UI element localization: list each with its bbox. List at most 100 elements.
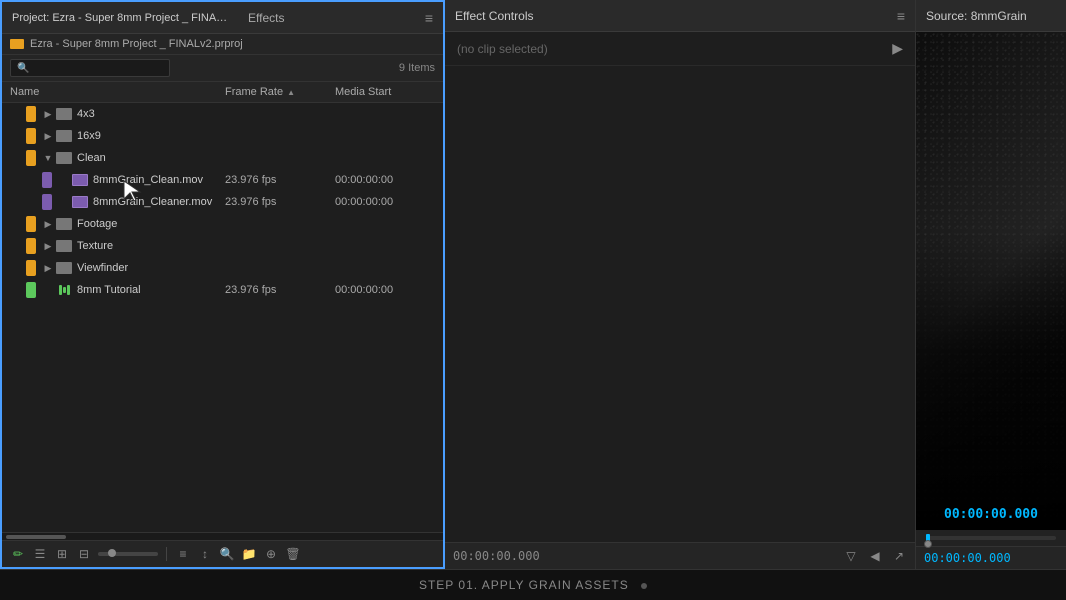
sort-icon[interactable]: ≡: [175, 546, 191, 562]
folder-icon: [56, 152, 72, 164]
project-subheader: Ezra - Super 8mm Project _ FINALv2.prpro…: [2, 34, 443, 55]
step-dot: [641, 583, 647, 589]
list-item[interactable]: 8mmGrain_Clean.mov 23.976 fps 00:00:00:0…: [2, 169, 443, 191]
effect-controls-title: Effect Controls: [455, 9, 533, 23]
effect-controls-header: Effect Controls ≡: [445, 0, 915, 32]
prev-icon[interactable]: ◀: [867, 548, 883, 564]
item-framerate: 23.976 fps: [225, 284, 335, 296]
folder-icon: [56, 218, 72, 230]
item-color-bar: [42, 194, 52, 210]
no-clip-row: (no clip selected) ▶: [445, 32, 915, 66]
source-preview-timecode-area: 00:00:00.000: [916, 507, 1066, 522]
list-item[interactable]: ▶ Texture: [2, 235, 443, 257]
sequence-icon: [56, 283, 72, 297]
item-mediastart: 00:00:00:00: [335, 284, 435, 296]
search-input-wrap[interactable]: 🔍: [10, 59, 170, 77]
folder-icon: [56, 240, 72, 252]
expand-icon[interactable]: ▶: [40, 219, 56, 230]
panel-menu-icon[interactable]: ≡: [425, 10, 433, 26]
sort-arrow-icon: ▲: [287, 88, 295, 97]
expand-icon[interactable]: ▶: [40, 263, 56, 274]
source-bottom-bar: 00:00:00.000: [916, 546, 1066, 569]
search-bar: 🔍 9 Items: [2, 55, 443, 82]
expand-icon[interactable]: ▼: [40, 153, 56, 163]
column-headers: Name Frame Rate ▲ Media Start: [2, 82, 443, 103]
freeform-icon[interactable]: ⊟: [76, 546, 92, 562]
search-icon: 🔍: [17, 63, 29, 74]
list-item[interactable]: ▶ 4x3: [2, 103, 443, 125]
list-view-icon[interactable]: ☰: [32, 546, 48, 562]
project-filename: Ezra - Super 8mm Project _ FINALv2.prpro…: [30, 38, 243, 50]
item-name: 8mmGrain_Clean.mov: [93, 174, 225, 186]
new-item-icon[interactable]: ✏: [10, 546, 26, 562]
h-scrollbar-thumb[interactable]: [6, 535, 66, 539]
item-name: Texture: [77, 240, 225, 252]
item-color-bar: [26, 150, 36, 166]
panel-tabs: Project: Ezra - Super 8mm Project _ FINA…: [12, 9, 284, 27]
new-item-btn[interactable]: ⊕: [263, 546, 279, 562]
col-framerate-header[interactable]: Frame Rate ▲: [225, 86, 335, 98]
item-color-bar: [26, 260, 36, 276]
arrow-right-icon: ▶: [892, 40, 903, 57]
list-item[interactable]: ▶ Viewfinder: [2, 257, 443, 279]
item-name: Footage: [77, 218, 225, 230]
tab-project[interactable]: Project: Ezra - Super 8mm Project _ FINA…: [12, 10, 232, 26]
seq-icon: [59, 285, 70, 295]
list-item[interactable]: 8mm Tutorial 23.976 fps 00:00:00:00: [2, 279, 443, 301]
item-color-bar: [26, 216, 36, 232]
source-preview-timecode: 00:00:00.000: [944, 507, 1038, 522]
list-item[interactable]: ▶ 16x9: [2, 125, 443, 147]
playhead-bar[interactable]: [926, 536, 1056, 540]
playhead-indicator: [926, 534, 930, 542]
automate-icon[interactable]: ↕: [197, 546, 213, 562]
file-thumbnail: [72, 196, 88, 208]
source-transport: [916, 530, 1066, 546]
expand-icon[interactable]: ▶: [40, 109, 56, 120]
effect-timecode: 00:00:00.000: [453, 549, 540, 563]
item-name: Clean: [77, 152, 225, 164]
list-item[interactable]: ▶ Footage: [2, 213, 443, 235]
tab-effects[interactable]: Effects: [248, 9, 284, 27]
filter-icon[interactable]: ▽: [843, 548, 859, 564]
source-timecode: 00:00:00.000: [924, 551, 1011, 565]
source-title: Source: 8mmGrain: [926, 9, 1027, 23]
item-name: 8mm Tutorial: [77, 284, 225, 296]
project-folder-icon: [10, 39, 24, 49]
list-item[interactable]: ▼ Clean: [2, 147, 443, 169]
item-framerate: 23.976 fps: [225, 174, 335, 186]
item-framerate: 23.976 fps: [225, 196, 335, 208]
effect-content: [445, 66, 915, 542]
folder-icon: [56, 108, 72, 120]
expand-icon[interactable]: ▶: [40, 131, 56, 142]
item-color-bar: [42, 172, 52, 188]
effect-menu-icon[interactable]: ≡: [897, 8, 905, 24]
zoom-slider[interactable]: [98, 552, 158, 556]
zoom-slider-thumb: [108, 549, 116, 557]
main-layout: Project: Ezra - Super 8mm Project _ FINA…: [0, 0, 1066, 569]
list-item[interactable]: 8mmGrain_Cleaner.mov 23.976 fps 00:00:00…: [2, 191, 443, 213]
source-preview: 00:00:00.000: [916, 32, 1066, 530]
toolbar-separator: [166, 547, 167, 561]
find-icon[interactable]: 🔍: [219, 546, 235, 562]
clear-icon[interactable]: 🗑: [285, 546, 301, 562]
source-header: Source: 8mmGrain: [916, 0, 1066, 32]
item-color-bar: [26, 128, 36, 144]
new-bin-icon[interactable]: 📁: [241, 546, 257, 562]
playhead-circle: [924, 540, 932, 548]
no-clip-text: (no clip selected): [457, 42, 548, 56]
source-image: [916, 231, 1066, 530]
item-name: Viewfinder: [77, 262, 225, 274]
file-icon: [72, 173, 88, 187]
expand-icon[interactable]: ▶: [40, 241, 56, 252]
items-count: 9 Items: [399, 62, 435, 74]
file-thumbnail: [72, 174, 88, 186]
folder-icon: [56, 262, 72, 274]
item-name: 16x9: [77, 130, 225, 142]
icon-view-icon[interactable]: ⊞: [54, 546, 70, 562]
search-input[interactable]: [33, 62, 153, 74]
folder-icon: [56, 130, 72, 142]
export-icon[interactable]: ↗: [891, 548, 907, 564]
h-scrollbar[interactable]: [2, 532, 443, 540]
item-mediastart: 00:00:00:00: [335, 174, 435, 186]
item-mediastart: 00:00:00:00: [335, 196, 435, 208]
